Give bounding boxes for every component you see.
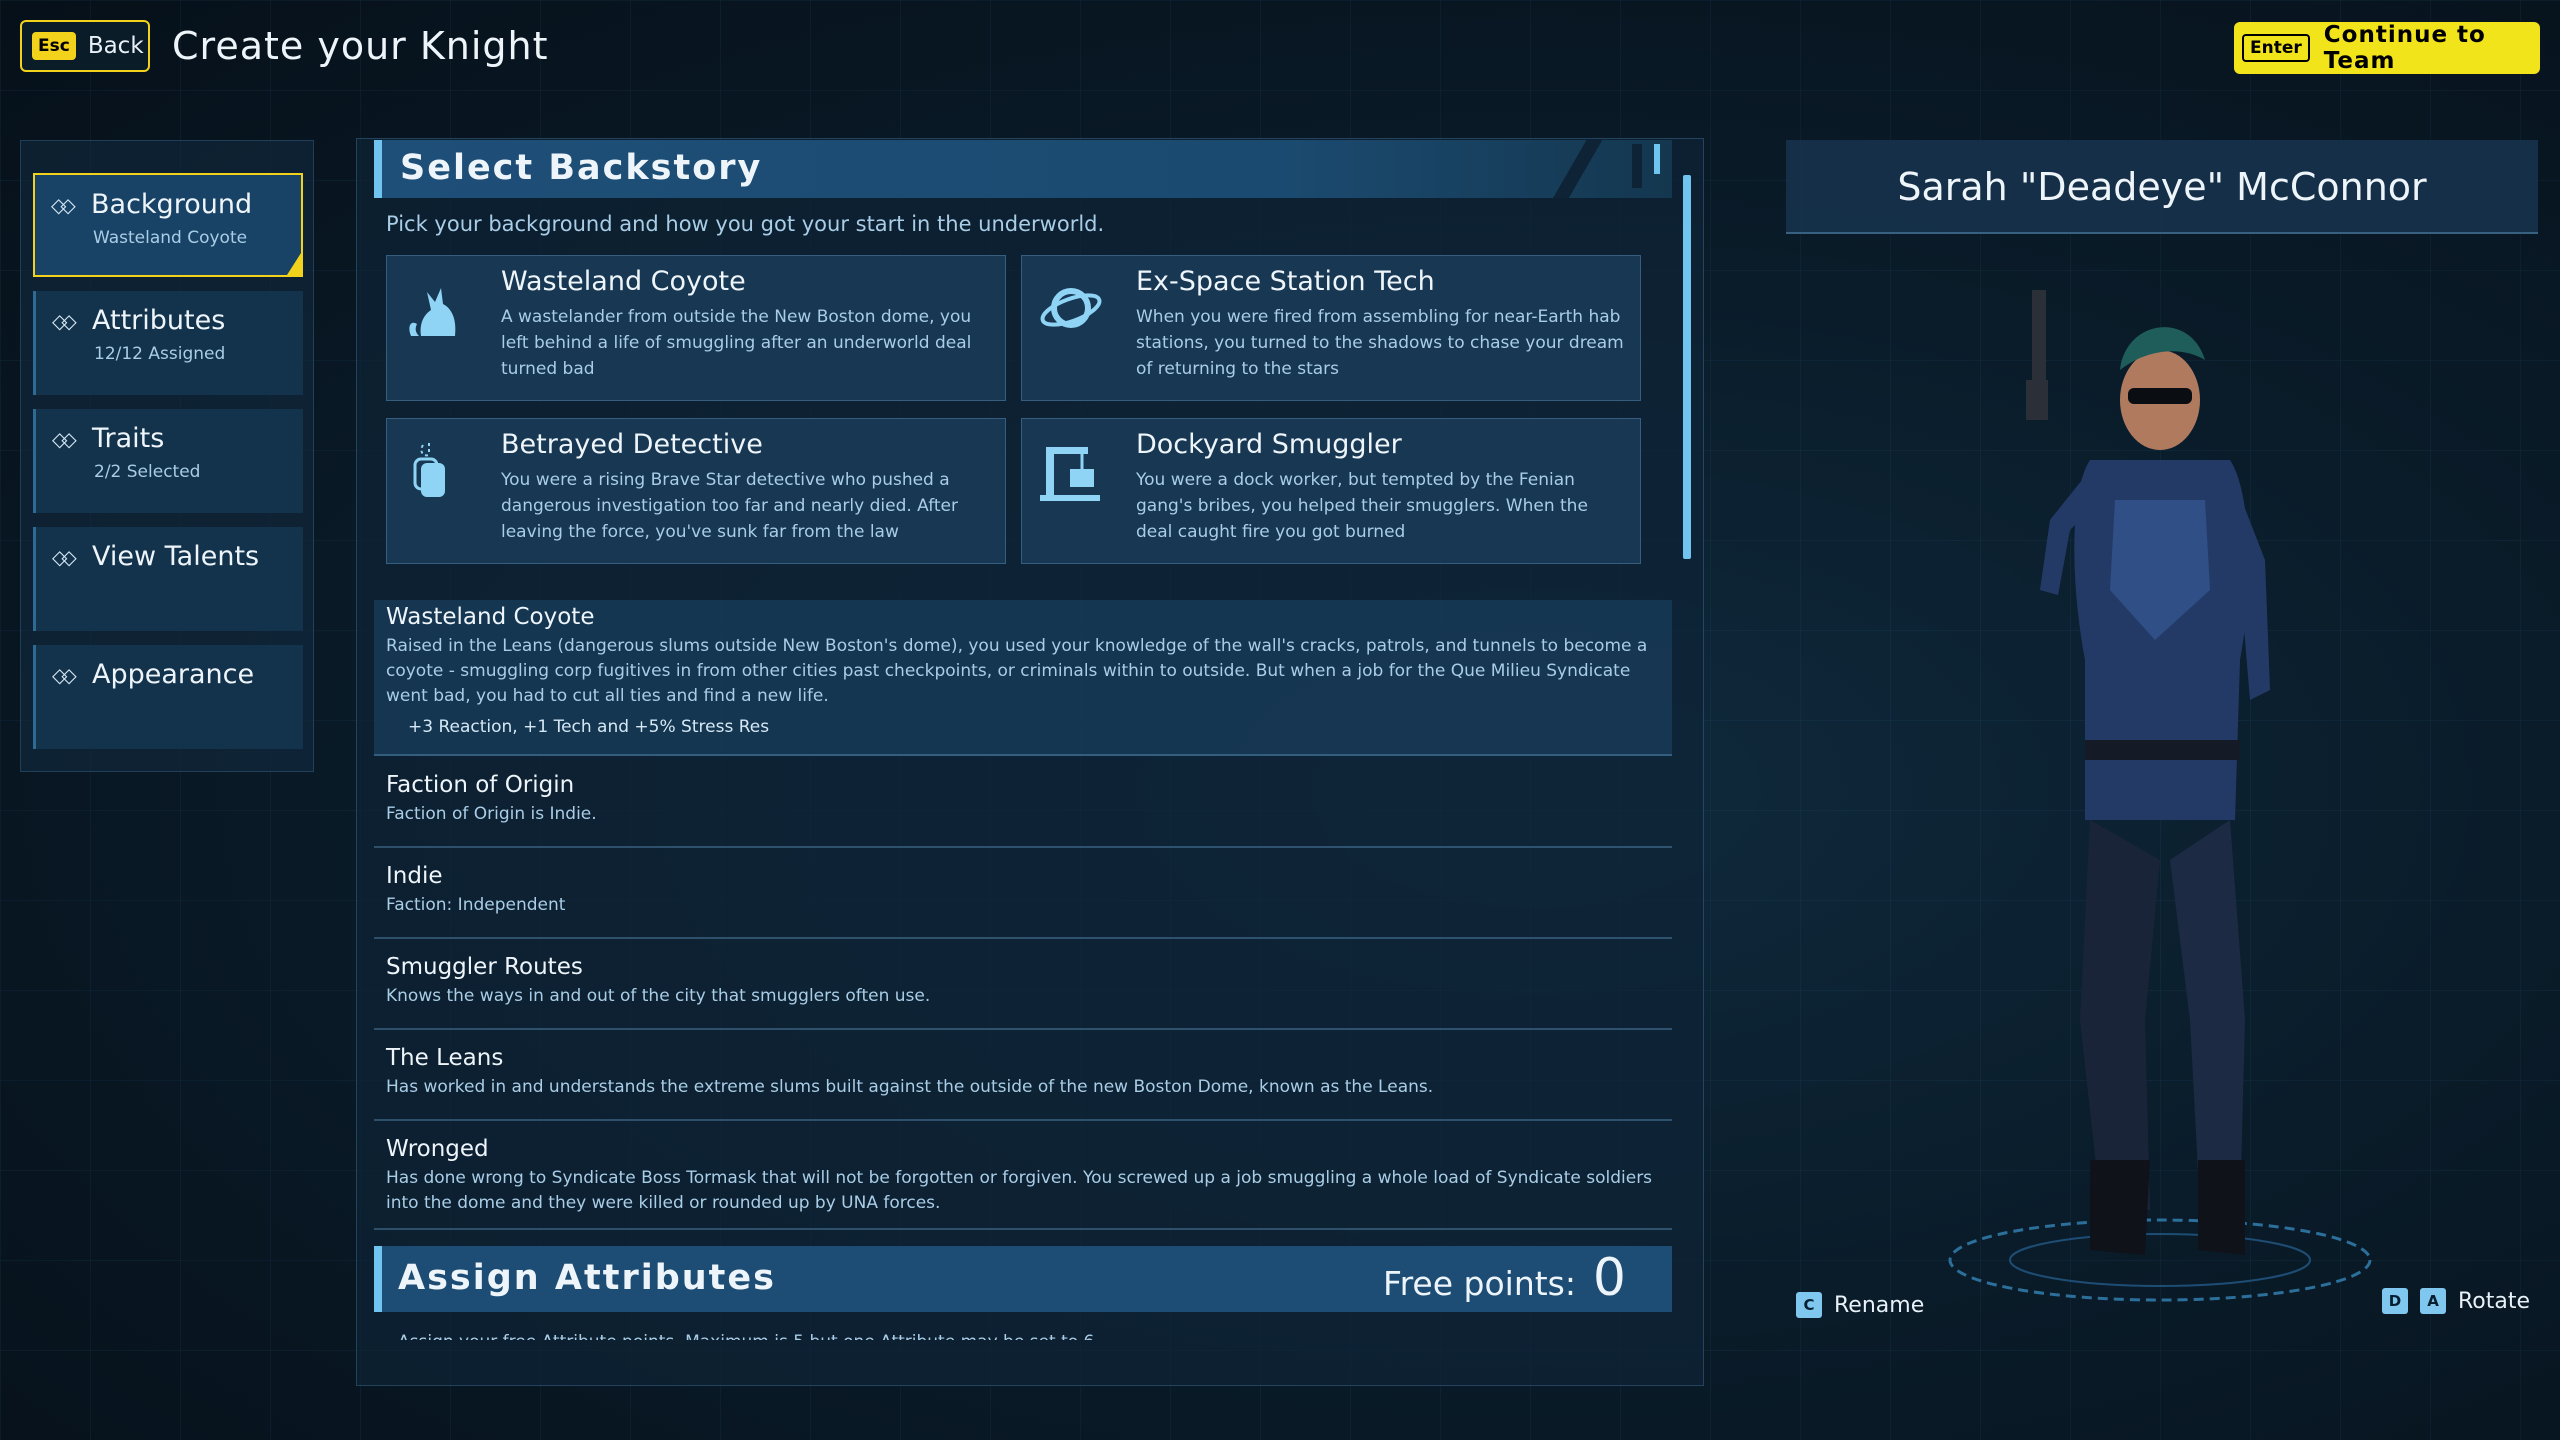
detail-text: Faction: Independent: [386, 895, 566, 915]
free-points-value: 0: [1592, 1248, 1626, 1308]
sidebar-item-background[interactable]: ◇◇ Background Wasteland Coyote: [33, 173, 303, 277]
diamond-chevron-icon: ◇◇: [52, 544, 77, 569]
planet-icon: [1040, 288, 1102, 328]
rotate-label: Rotate: [2458, 1288, 2531, 1314]
continue-label: Continue to Team: [2323, 22, 2486, 74]
attributes-instructions: Assign your free Attribute points. Maxim…: [398, 1328, 1278, 1340]
sidebar-item-status: 12/12 Assigned: [94, 344, 226, 364]
detail-text: Knows the ways in and out of the city th…: [386, 986, 931, 1006]
character-name-box: Sarah "Deadeye" McConnor: [1786, 140, 2538, 234]
coyote-icon: [409, 288, 456, 336]
backstory-instructions: Pick your background and how you got you…: [386, 212, 1105, 236]
detail-title: Faction of Origin: [386, 772, 575, 798]
card-description: When you were fired from assembling for …: [1136, 307, 1624, 379]
backstory-card-wasteland-coyote[interactable]: Wasteland Coyote A wastelander from outs…: [386, 255, 1006, 401]
trait-row-the-leans: The Leans Has worked in and understands …: [374, 1045, 1672, 1121]
sidebar-item-status: Wasteland Coyote: [93, 228, 248, 248]
header-decoration: [1532, 140, 1612, 198]
select-backstory-header: Select Backstory: [374, 140, 1672, 198]
backstory-card-betrayed-detective[interactable]: Betrayed Detective You were a rising Bra…: [386, 418, 1006, 564]
detail-title: Wasteland Coyote: [386, 604, 595, 630]
sidebar-item-label: View Talents: [92, 541, 260, 572]
scrollbar-thumb[interactable]: [1683, 175, 1691, 559]
creation-steps-sidebar: ◇◇ Background Wasteland Coyote ◇◇ Attribut…: [20, 140, 314, 772]
diamond-chevron-icon: ◇◇: [51, 192, 76, 217]
card-description: A wastelander from outside the New Bosto…: [501, 307, 972, 379]
character-name: Sarah "Deadeye" McConnor: [1897, 165, 2427, 209]
trait-row-faction-of-origin: Faction of Origin Faction of Origin is I…: [374, 772, 1672, 848]
back-label: Back: [87, 33, 144, 59]
backstory-card-ex-space-station-tech[interactable]: Ex-Space Station Tech When you were fire…: [1021, 255, 1641, 401]
card-title: Ex-Space Station Tech: [1136, 266, 1435, 297]
d-key-hint: D: [2382, 1288, 2408, 1314]
selected-backstory-detail: Wasteland Coyote Raised in the Leans (da…: [374, 600, 1672, 756]
detail-text: Faction of Origin is Indie.: [386, 804, 597, 824]
a-key-hint: A: [2420, 1288, 2446, 1314]
back-button[interactable]: Esc Back: [20, 20, 150, 72]
diamond-chevron-icon: ◇◇: [52, 308, 77, 333]
section-title: Select Backstory: [400, 148, 763, 188]
card-title: Betrayed Detective: [501, 429, 763, 460]
sidebar-item-attributes[interactable]: ◇◇ Attributes 12/12 Assigned: [33, 291, 303, 395]
sidebar-item-appearance[interactable]: ◇◇ Appearance: [33, 645, 303, 749]
card-description: You were a rising Brave Star detective w…: [501, 470, 958, 542]
c-key-hint: C: [1796, 1292, 1822, 1318]
free-points-label: Free points:: [1383, 1264, 1576, 1303]
header-decoration: [1632, 144, 1642, 188]
sidebar-item-status: 2/2 Selected: [94, 462, 201, 482]
continue-to-team-button[interactable]: Enter Continue to Team: [2234, 22, 2540, 74]
sidebar-item-traits[interactable]: ◇◇ Traits 2/2 Selected: [33, 409, 303, 513]
sidebar-item-view-talents[interactable]: ◇◇ View Talents: [33, 527, 303, 631]
badge-icon: [413, 443, 445, 497]
esc-key-hint: Esc: [32, 32, 76, 60]
sidebar-item-label: Appearance: [92, 659, 255, 690]
section-title: Assign Attributes: [398, 1258, 776, 1298]
assign-attributes-header: Assign Attributes Free points: 0: [374, 1246, 1672, 1312]
enter-key-hint: Enter: [2242, 34, 2310, 62]
trait-row-smuggler-routes: Smuggler Routes Knows the ways in and ou…: [374, 954, 1672, 1030]
diamond-chevron-icon: ◇◇: [52, 426, 77, 451]
diamond-chevron-icon: ◇◇: [52, 662, 77, 687]
rename-label: Rename: [1834, 1292, 1925, 1318]
detail-text: Raised in the Leans (dangerous slums out…: [386, 636, 1648, 706]
detail-title: Indie: [386, 863, 443, 889]
crane-icon: [1040, 447, 1100, 501]
detail-title: Wronged: [386, 1136, 489, 1162]
rename-hint[interactable]: C Rename: [1796, 1292, 1924, 1318]
page-title: Create your Knight: [172, 24, 549, 68]
card-title: Wasteland Coyote: [501, 266, 746, 297]
detail-title: Smuggler Routes: [386, 954, 583, 980]
detail-title: The Leans: [386, 1045, 504, 1071]
card-description: You were a dock worker, but tempted by t…: [1136, 470, 1588, 542]
card-title: Dockyard Smuggler: [1136, 429, 1402, 460]
backstory-card-dockyard-smuggler[interactable]: Dockyard Smuggler You were a dock worker…: [1021, 418, 1641, 564]
header-decoration: [1654, 144, 1660, 174]
detail-text: Has done wrong to Syndicate Boss Tormask…: [386, 1168, 1653, 1213]
sidebar-item-label: Background: [91, 189, 253, 220]
sidebar-item-label: Traits: [92, 423, 165, 454]
trait-row-wronged: Wronged Has done wrong to Syndicate Boss…: [374, 1136, 1672, 1230]
stat-bonus: +3 Reaction, +1 Tech and +5% Stress Res: [408, 717, 770, 737]
rotate-hint[interactable]: D A Rotate: [2382, 1288, 2530, 1314]
detail-text: Has worked in and understands the extrem…: [386, 1077, 1434, 1097]
trait-row-indie: Indie Faction: Independent: [374, 863, 1672, 939]
sidebar-item-label: Attributes: [92, 305, 226, 336]
character-model[interactable]: [1940, 260, 2380, 1320]
